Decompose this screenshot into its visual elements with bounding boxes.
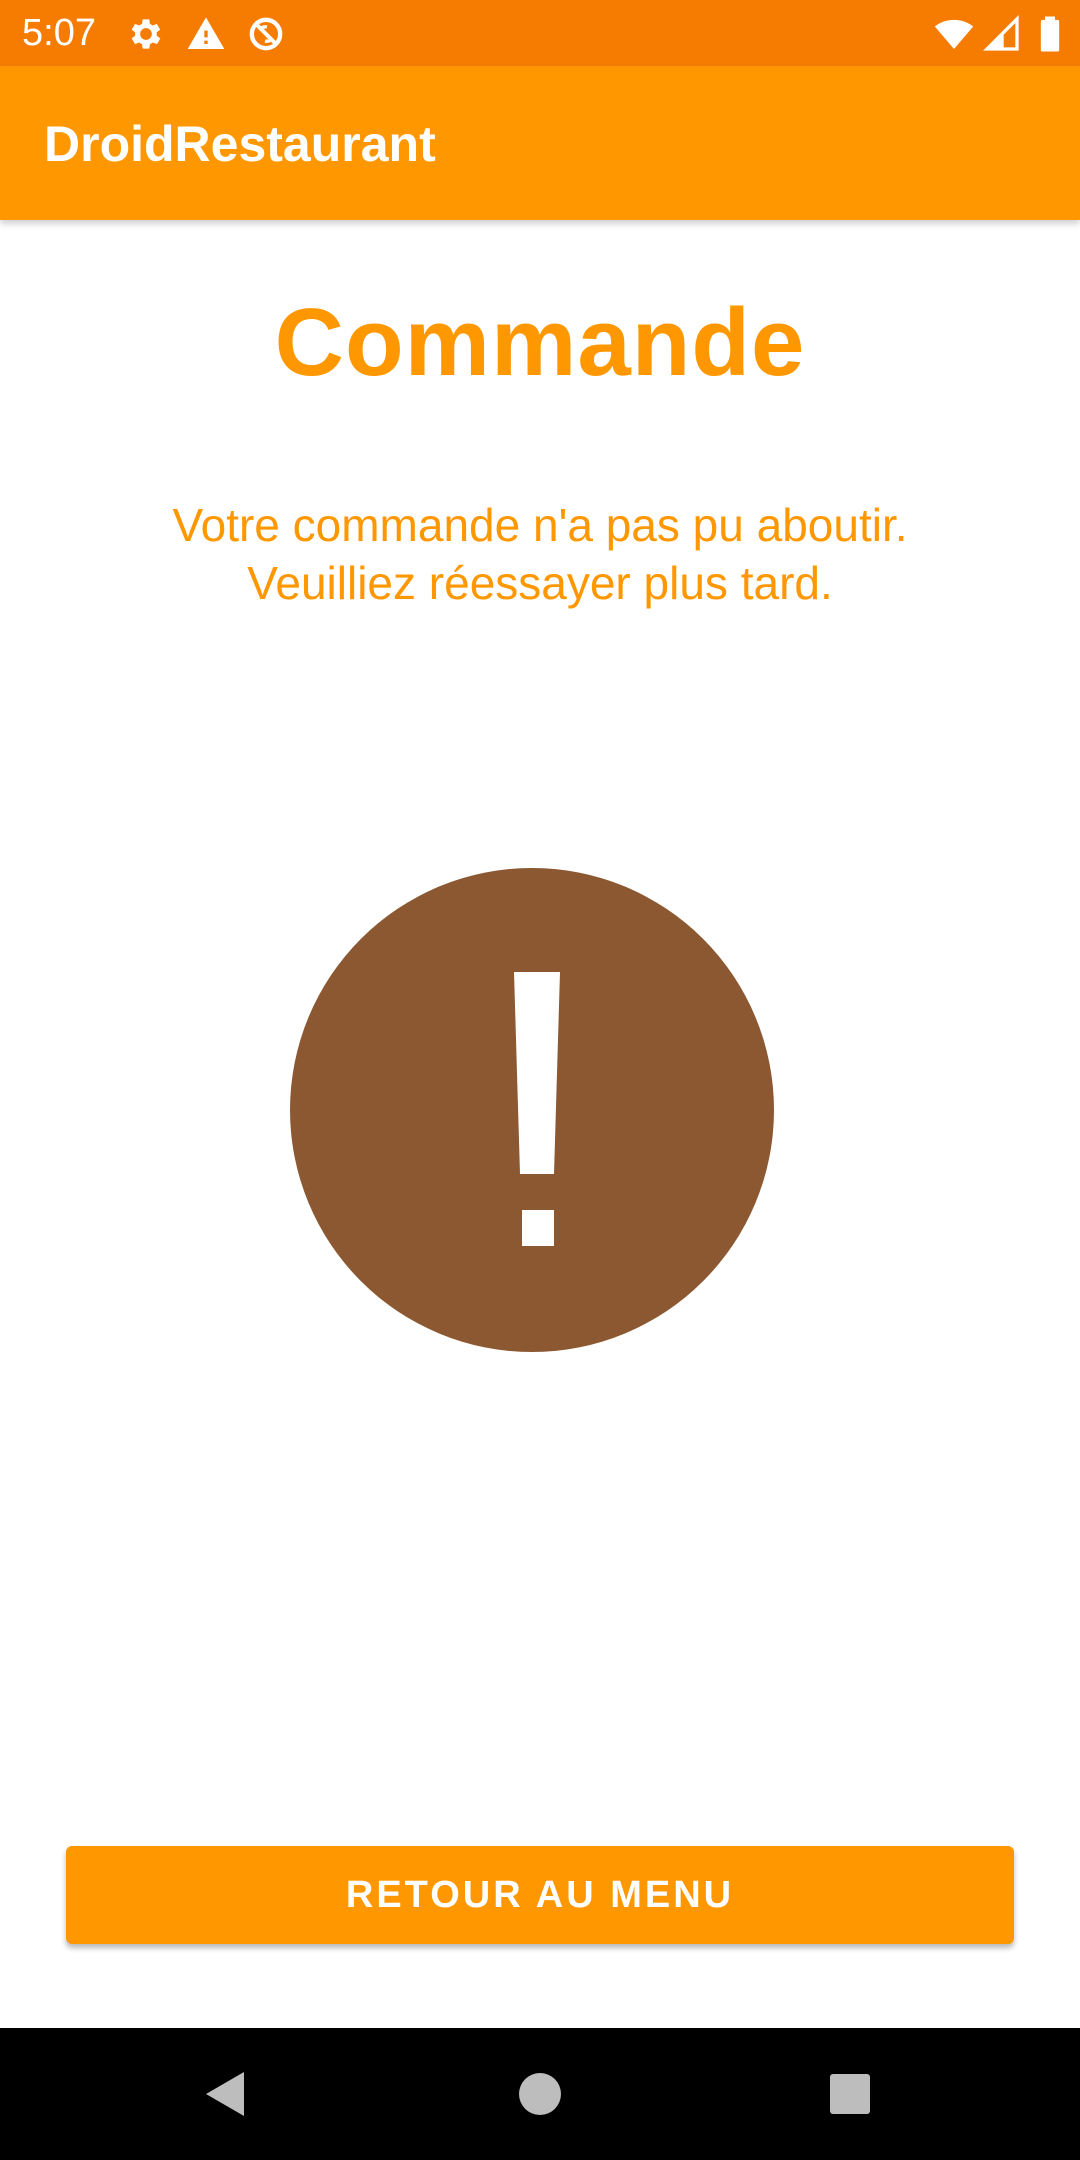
recents-icon[interactable] xyxy=(820,2064,880,2124)
order-failure-screen: 5:07 DroidRestaurant Commande Votre comm… xyxy=(0,0,1080,2160)
back-icon[interactable] xyxy=(196,2064,256,2124)
status-bar: 5:07 xyxy=(0,0,1080,66)
status-time: 5:07 xyxy=(22,12,96,54)
exclamation-circle-icon xyxy=(290,868,774,1352)
settings-gear-icon xyxy=(131,19,161,49)
navigation-bar xyxy=(0,2028,1080,2160)
error-message-line-1: Votre commande n'a pas pu aboutir. xyxy=(172,499,908,551)
app-bar: DroidRestaurant xyxy=(0,66,1080,220)
home-icon[interactable] xyxy=(510,2064,570,2124)
app-title: DroidRestaurant xyxy=(44,116,436,172)
error-message: Votre commande n'a pas pu aboutir. Veuil… xyxy=(60,496,1020,612)
battery-icon xyxy=(1040,16,1060,52)
wifi-icon xyxy=(934,19,974,49)
error-message-line-2: Veuilliez réessayer plus tard. xyxy=(247,557,833,609)
return-to-menu-button[interactable]: RETOUR AU MENU xyxy=(66,1846,1014,1944)
sync-disabled-icon xyxy=(249,17,283,51)
page-title: Commande xyxy=(274,289,806,396)
warning-icon xyxy=(187,17,225,49)
cellular-signal-icon xyxy=(982,14,1019,51)
